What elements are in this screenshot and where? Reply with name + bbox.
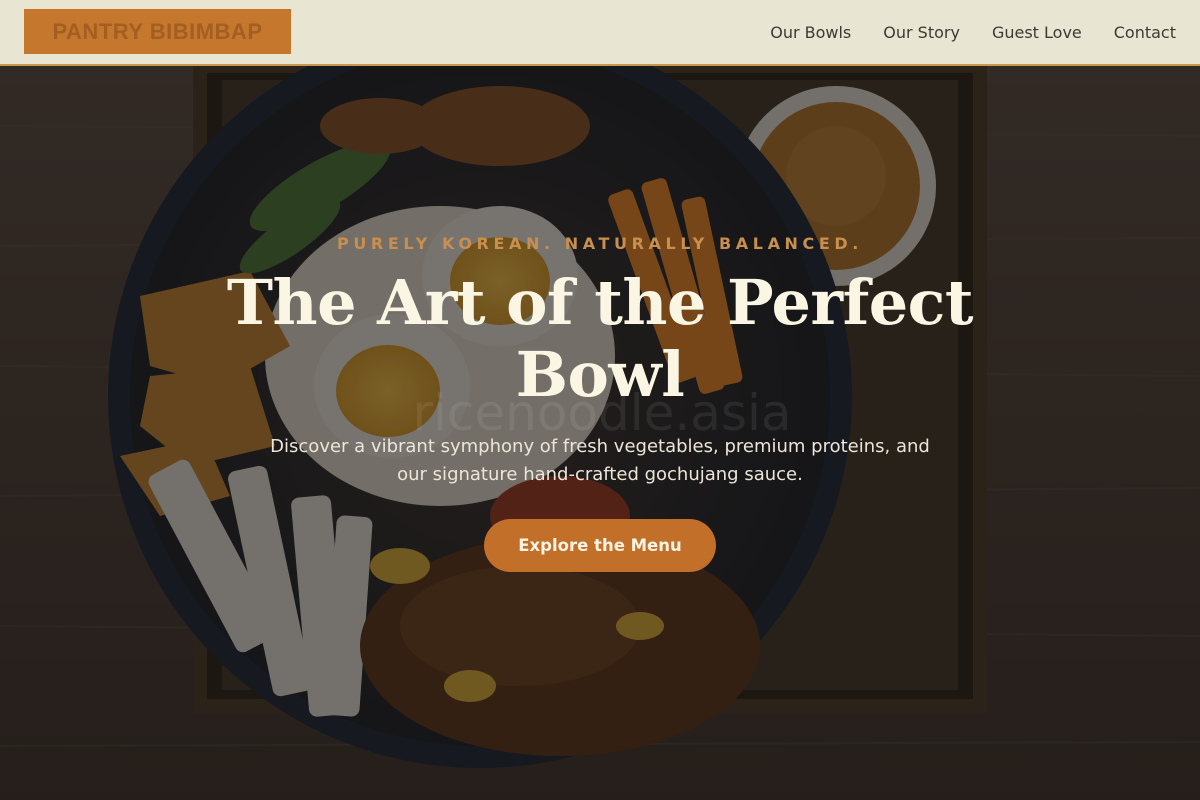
main-nav: Our Bowls Our Story Guest Love Contact xyxy=(770,0,1176,64)
hero-section: ricenoodle.asia PURELY KOREAN. NATURALLY… xyxy=(0,66,1200,800)
hero-content: PURELY KOREAN. NATURALLY BALANCED. The A… xyxy=(200,234,1000,572)
explore-menu-button[interactable]: Explore the Menu xyxy=(484,519,716,572)
nav-link-our-bowls[interactable]: Our Bowls xyxy=(770,23,851,42)
nav-link-our-story[interactable]: Our Story xyxy=(883,23,960,42)
hero-headline: The Art of the Perfect Bowl xyxy=(226,266,974,411)
brand-logo[interactable]: PANTRY BIBIMBAP xyxy=(24,9,291,54)
nav-link-contact[interactable]: Contact xyxy=(1114,23,1176,42)
hero-subtext: Discover a vibrant symphony of fresh veg… xyxy=(270,436,930,485)
nav-link-guest-love[interactable]: Guest Love xyxy=(992,23,1082,42)
site-header: PANTRY BIBIMBAP Our Bowls Our Story Gues… xyxy=(0,0,1200,66)
hero-kicker: PURELY KOREAN. NATURALLY BALANCED. xyxy=(337,234,863,253)
